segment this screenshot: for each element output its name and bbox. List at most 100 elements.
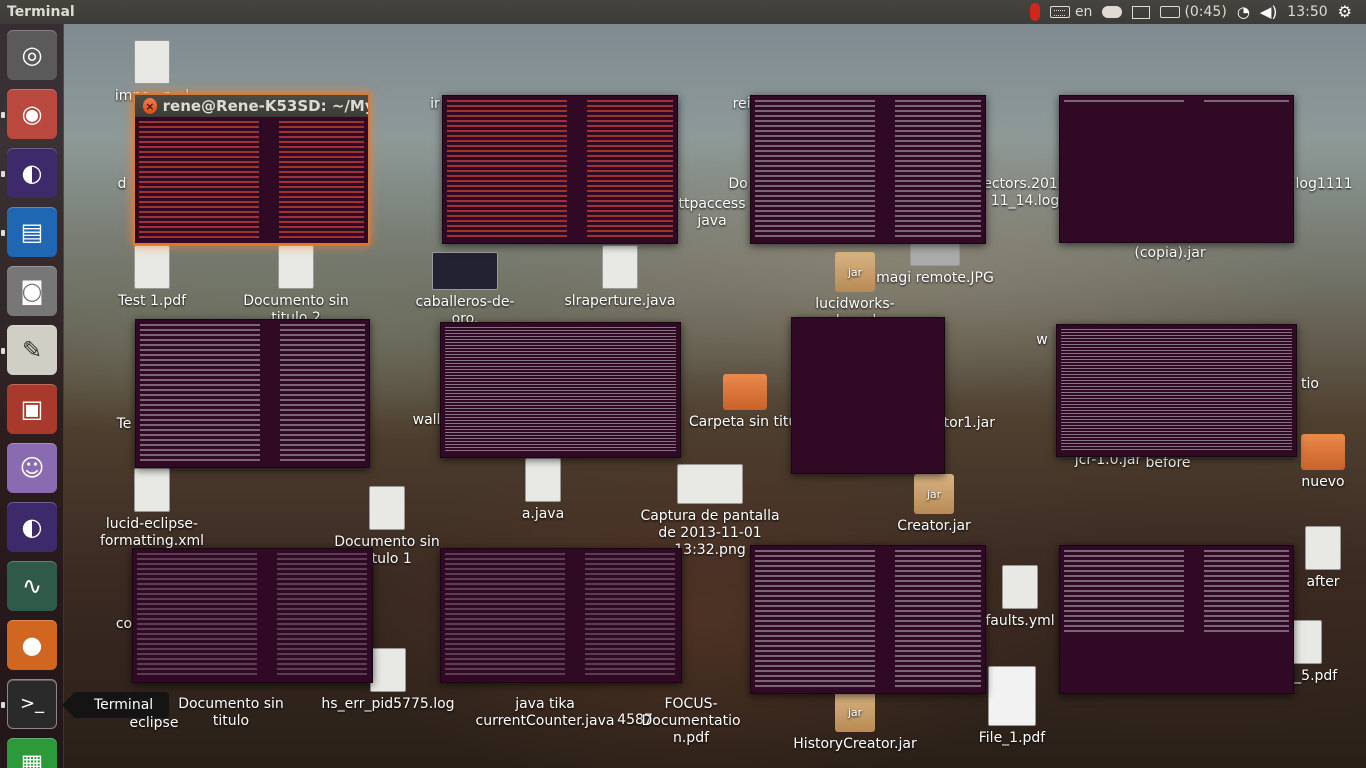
terminal-window[interactable] [750,95,986,244]
launcher-files[interactable]: ▣ [7,384,57,434]
launcher-calc[interactable]: ▦ [7,738,57,768]
document-icon [278,245,314,289]
yml-file-icon [1002,565,1038,609]
terminal-window[interactable] [440,322,681,458]
terminal-content [445,553,677,678]
keyboard-icon [1049,6,1070,18]
terminal-window[interactable] [442,95,678,244]
java-file-icon [525,458,561,502]
terminal-content [447,100,673,239]
terminal-window[interactable] [440,548,682,683]
desktop-icon[interactable]: Test 1.pdf [92,245,212,310]
document-writer-icon: ▤ [20,218,44,246]
terminal-content [445,327,676,453]
folder-icon [723,374,767,410]
clock[interactable]: 13:50 [1287,0,1327,24]
terminal-window[interactable] [1059,545,1294,694]
window-titlebar[interactable]: × rene@Rene-K53SD: ~/MyLuc [135,95,368,117]
desktop-icon[interactable]: java tika currentCounter.java [475,696,615,730]
jar-icon: jar [835,252,875,292]
desktop-icon[interactable]: Documento sin titulo [171,696,291,730]
battery-time: (0:45) [1184,4,1227,20]
keyboard-indicator[interactable]: en [1049,0,1092,24]
launcher-chrome[interactable]: ◉ [7,89,57,139]
launcher: ◎ ◉ ◐ ▤ ◙ ✎ ▣ ☺ ◐ ∿ ● >_ ▦ [0,24,64,768]
running-pip [1,171,5,177]
launcher-eclipse-1[interactable]: ◐ [7,148,57,198]
ubuntu-logo-icon: ◎ [21,41,43,69]
desktop-icon[interactable]: jar HistoryCreator.jar [790,692,920,753]
session-indicator[interactable]: ⚙ [1338,0,1352,24]
launcher-pidgin[interactable]: ☺ [7,443,57,493]
speaker-icon: ◀) [1259,2,1278,21]
desktop-icon[interactable]: FOCUS- Documentatio n.pdf [631,696,751,747]
java-file-icon [602,245,638,289]
file-cabinet-icon: ▣ [20,395,44,423]
terminal-content [1064,100,1289,102]
terminal-window[interactable] [135,319,370,468]
launcher-shotwell[interactable]: ◙ [7,266,57,316]
close-icon[interactable]: × [143,98,157,114]
power-gear-icon: ⚙ [1337,2,1352,21]
terminal-content [139,121,364,239]
desktop-icon[interactable]: (copia).jar [1110,245,1230,262]
messaging-indicator[interactable] [1132,0,1151,24]
xml-file-icon [134,468,170,512]
cloud-icon [1102,6,1123,18]
launcher-eclipse-2[interactable]: ◐ [7,502,57,552]
cloud-indicator[interactable] [1102,0,1123,24]
alert-indicator[interactable] [1029,0,1040,24]
running-pip [1,348,5,354]
image-icon [432,252,498,290]
terminal-content [755,100,981,239]
terminal-window[interactable] [1056,324,1297,457]
desktop-icon[interactable]: slraperture.java [560,245,680,310]
battery-icon [1160,6,1181,18]
jar-icon: jar [914,474,954,514]
terminal-window[interactable] [132,548,373,683]
document-icon [1305,526,1341,570]
terminal-window[interactable] [791,317,945,474]
app-menu-title[interactable]: Terminal [0,4,75,20]
eclipse-icon: ◐ [21,159,43,187]
launcher-dash-home[interactable]: ◎ [7,30,57,80]
network-indicator[interactable]: ◔ [1237,0,1250,24]
terminal-content [1064,550,1289,633]
chat-bird-icon: ☺ [19,454,45,482]
desktop-icon[interactable]: jar Creator.jar [874,474,994,535]
sound-indicator[interactable]: ◀) [1260,0,1277,24]
terminal-content [140,324,365,463]
pdf-icon [134,245,170,289]
terminal-content [137,553,368,678]
launcher-terminal[interactable]: >_ [7,679,57,729]
desktop-icon[interactable]: ttpaccess java [672,196,752,230]
desktop-icon[interactable]: lucid-eclipse- formatting.xml [92,468,212,550]
running-pip [1,230,5,236]
desktop-icon[interactable]: Documento sin titulo 2 [236,245,356,327]
terminal-content [1061,329,1292,452]
terminal-content [755,550,981,689]
terminal-window-active[interactable]: × rene@Rene-K53SD: ~/MyLuc [133,93,370,245]
launcher-firefox[interactable]: ● [7,620,57,670]
activity-monitor-icon: ∿ [21,572,43,600]
terminal-window[interactable] [1059,95,1294,243]
launcher-system-monitor[interactable]: ∿ [7,561,57,611]
indicator-area: en (0:45) ◔ ◀) 13:50 ⚙ [1029,0,1366,24]
wifi-icon: ◔ [1236,2,1250,21]
top-panel: Terminal en (0:45) ◔ ◀) 13:50 ⚙ [0,0,1366,24]
launcher-writer[interactable]: ▤ [7,207,57,257]
desktop-icon[interactable]: a.java [483,458,603,523]
launcher-text-editor[interactable]: ✎ [7,325,57,375]
document-icon [369,486,405,530]
terminal-window[interactable] [750,545,986,694]
chrome-icon: ◉ [21,100,43,128]
desktop-icon[interactable]: d [110,176,134,193]
running-pip [1,702,5,708]
battery-indicator[interactable]: (0:45) [1160,0,1227,24]
mail-icon [1132,5,1151,19]
window-title: rene@Rene-K53SD: ~/MyLuc [162,97,368,115]
jar-icon: jar [835,692,875,732]
alert-icon [1029,3,1040,21]
running-pip [1,112,5,118]
document-icon [134,40,170,84]
